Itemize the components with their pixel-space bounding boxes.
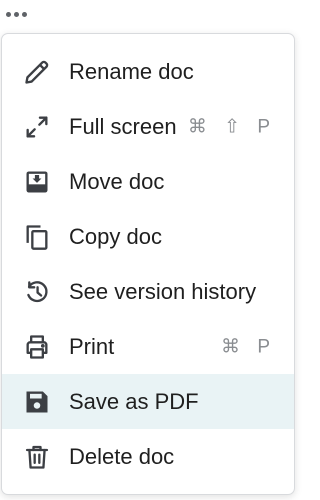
pencil-icon	[22, 57, 52, 87]
menu-item-label: Full screen	[69, 113, 177, 139]
menu-item-shortcut: ⌘ ⇧ P	[187, 116, 276, 137]
menu-item-print[interactable]: Print ⌘ P	[2, 319, 294, 374]
expand-arrows-icon	[22, 112, 52, 142]
more-dot	[14, 11, 19, 17]
menu-item-copy-doc[interactable]: Copy doc	[2, 209, 294, 264]
move-inbox-icon	[22, 167, 52, 197]
copy-icon	[22, 222, 52, 252]
more-horizontal-icon	[6, 11, 11, 17]
printer-icon	[22, 332, 52, 362]
menu-item-save-as-pdf[interactable]: Save as PDF	[2, 374, 294, 429]
menu-item-label: Move doc	[69, 168, 165, 194]
menu-item-shortcut: ⌘ P	[221, 336, 276, 357]
menu-item-full-screen[interactable]: Full screen ⌘ ⇧ P	[2, 99, 294, 154]
save-floppy-icon	[22, 387, 52, 417]
menu-item-label: See version history	[69, 278, 257, 304]
menu-item-version-history[interactable]: See version history	[2, 264, 294, 319]
more-options-button[interactable]	[6, 3, 40, 25]
trash-icon	[22, 442, 52, 472]
menu-item-delete-doc[interactable]: Delete doc	[2, 429, 294, 484]
menu-item-move-doc[interactable]: Move doc	[2, 154, 294, 209]
history-icon	[22, 277, 52, 307]
menu-item-label: Delete doc	[69, 443, 175, 469]
menu-item-rename-doc[interactable]: Rename doc	[2, 44, 294, 99]
doc-options-menu: Rename doc Full screen ⌘ ⇧ P Move doc Co…	[1, 33, 295, 495]
menu-item-label: Copy doc	[69, 223, 162, 249]
menu-item-label: Print	[69, 333, 115, 359]
more-dot	[22, 11, 27, 17]
menu-item-label: Rename doc	[69, 58, 194, 84]
top-bar	[0, 0, 307, 30]
menu-item-label: Save as PDF	[69, 388, 199, 414]
